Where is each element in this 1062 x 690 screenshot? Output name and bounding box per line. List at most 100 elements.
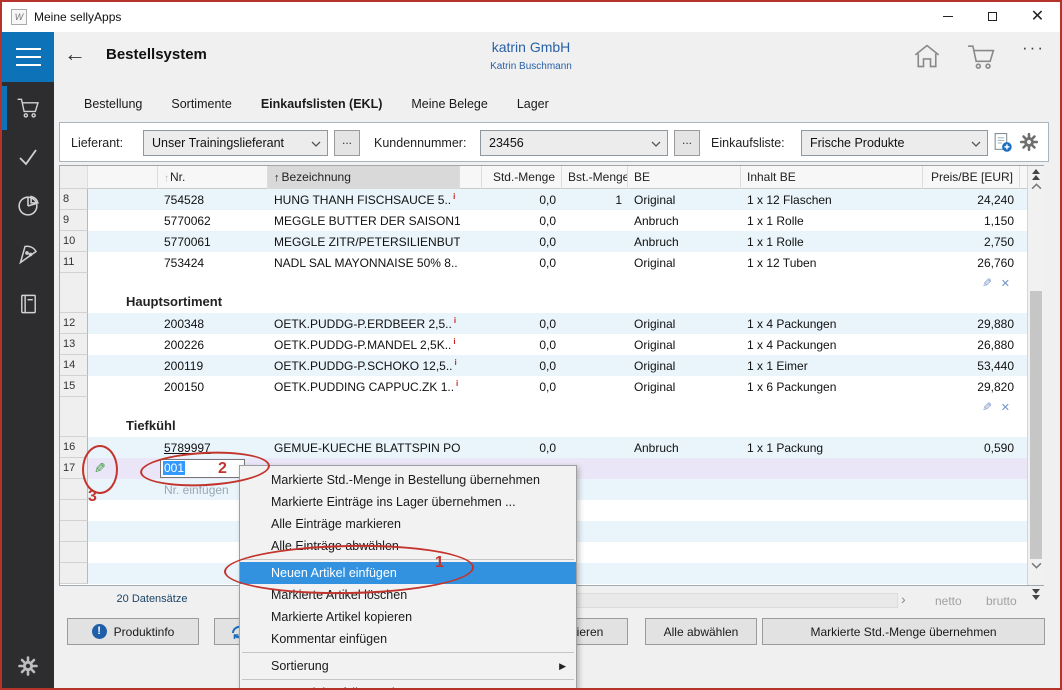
minimize-button[interactable] <box>925 2 970 32</box>
sidebar-item-statistics[interactable] <box>2 183 54 227</box>
preis-cell: 29,880 <box>923 317 1020 331</box>
menu-item-kommentar-einfuegen[interactable]: Kommentar einfügen <box>240 628 576 650</box>
article-name-cell: OETK.PUDDG-P.MANDEL 2,5K..i <box>268 337 460 352</box>
table-row[interactable]: 11753424NADL SAL MAYONNAISE 50% 8..i0,0O… <box>60 252 1028 273</box>
preis-cell: 0,590 <box>923 441 1020 455</box>
col-marker <box>88 166 158 189</box>
table-row[interactable]: 15200150OETK.PUDDING CAPPUC.ZK 1..i0,0Or… <box>60 376 1028 397</box>
maximize-button[interactable] <box>970 2 1015 32</box>
inhalt-be-cell: 1 x 4 Packungen <box>741 338 923 352</box>
inhalt-be-cell: 1 x 12 Tuben <box>741 256 923 270</box>
cart-icon[interactable] <box>964 43 998 76</box>
chevron-down-icon <box>971 141 981 147</box>
tab-meine-belege[interactable]: Meine Belege <box>411 97 487 111</box>
col-be[interactable]: BE <box>628 166 741 189</box>
table-row[interactable]: 105770061MEGGLE ZITR/PETERSILIENBUT..0,0… <box>60 231 1028 252</box>
edit-group-icon[interactable]: ✎ <box>982 400 992 414</box>
scroll-up-icon[interactable] <box>1031 183 1042 190</box>
article-name: HUNG THANH FISCHSAUCE 5.. <box>274 193 451 207</box>
sidebar-settings[interactable] <box>2 648 54 684</box>
group-title: Tiefkühl <box>126 418 176 433</box>
produktinfo-button[interactable]: ! Produktinfo <box>67 618 199 645</box>
inhalt-be-cell: 1 x 4 Packungen <box>741 317 923 331</box>
einkaufsliste-dropdown[interactable]: Frische Produkte <box>801 130 988 156</box>
be-cell: Anbruch <box>628 235 741 249</box>
row-number: 11 <box>60 252 88 273</box>
tab-einkaufslisten[interactable]: Einkaufslisten (EKL) <box>261 97 383 111</box>
kundennummer-more-button[interactable]: ... <box>674 130 700 156</box>
col-std-menge[interactable]: Std.-Menge <box>482 166 562 189</box>
col-bst-menge[interactable]: Bst.-Menge <box>562 166 628 189</box>
user-name: Katrin Buschmann <box>2 61 1060 72</box>
std-menge-cell: 0,0 <box>482 317 562 331</box>
col-nr[interactable]: ↑Nr. <box>158 166 268 189</box>
table-row[interactable]: 95770062MEGGLE BUTTER DER SAISON12..0,0A… <box>60 210 1028 231</box>
sidebar-item-products[interactable] <box>2 232 54 276</box>
new-list-button[interactable] <box>992 132 1013 158</box>
row-number: 9 <box>60 210 88 231</box>
vertical-scrollbar[interactable] <box>1027 166 1044 585</box>
article-name-cell: OETK.PUDDING CAPPUC.ZK 1..i <box>268 379 460 394</box>
lieferant-dropdown[interactable]: Unser Trainingslieferant <box>143 130 328 156</box>
pizza-slice-icon <box>16 242 40 266</box>
tab-sortimente[interactable]: Sortimente <box>171 97 231 111</box>
sidebar-item-catalog[interactable] <box>2 282 54 326</box>
scroll-jump-top-icon[interactable] <box>1028 168 1044 181</box>
scroll-right-icon[interactable]: › <box>901 591 906 607</box>
close-button[interactable]: ✕ <box>1015 2 1060 32</box>
edit-group-icon[interactable]: ✎ <box>982 276 992 290</box>
table-row[interactable]: 13200226OETK.PUDDG-P.MANDEL 2,5K..i0,0Or… <box>60 334 1028 355</box>
inhalt-be-cell: 1 x 12 Flaschen <box>741 193 923 207</box>
group-row: Tiefkühl ✎ ✕ <box>60 397 1028 437</box>
article-number-cell: 5770062 <box>158 214 268 228</box>
col-preis[interactable]: Preis/BE [EUR] <box>923 166 1020 189</box>
info-marker-icon: i <box>453 192 455 201</box>
sidebar-item-cart[interactable] <box>2 86 54 130</box>
sidebar-item-check[interactable] <box>2 135 54 179</box>
be-cell: Original <box>628 380 741 394</box>
std-menge-cell: 0,0 <box>482 193 562 207</box>
col-bezeichnung[interactable]: ↑Bezeichnung <box>268 166 460 189</box>
table-row[interactable]: 12200348OETK.PUDDG-P.ERDBEER 2,5..i0,0Or… <box>60 313 1028 334</box>
delete-group-icon[interactable]: ✕ <box>1001 278 1010 290</box>
kundennummer-dropdown[interactable]: 23456 <box>480 130 668 156</box>
be-cell: Original <box>628 317 741 331</box>
tab-lager[interactable]: Lager <box>517 97 549 111</box>
row-number: 12 <box>60 313 88 334</box>
col-inhalt-be[interactable]: Inhalt BE <box>741 166 923 189</box>
chevron-down-icon <box>311 141 321 147</box>
article-number-cell: 200150 <box>158 380 268 394</box>
article-name-cell: OETK.PUDDG-P.ERDBEER 2,5..i <box>268 316 460 331</box>
article-number-cell: 200119 <box>158 359 268 373</box>
menu-item-sortierung[interactable]: Sortierung ▶ <box>240 655 576 677</box>
menu-item-alle-markieren[interactable]: Alle Einträge markieren <box>240 513 576 535</box>
home-icon[interactable] <box>913 43 941 74</box>
more-options-icon[interactable]: ··· <box>1022 38 1045 58</box>
menu-separator <box>242 679 574 680</box>
table-row[interactable]: 8754528HUNG THANH FISCHSAUCE 5..i0,01Ori… <box>60 189 1028 210</box>
brutto-toggle[interactable]: brutto <box>986 594 1017 608</box>
scrollbar-thumb[interactable] <box>1030 291 1042 559</box>
apply-std-menge-button[interactable]: Markierte Std.-Menge übernehmen <box>762 618 1045 645</box>
row-number <box>60 542 88 563</box>
inhalt-be-cell: 1 x 6 Packungen <box>741 380 923 394</box>
menu-item-uebernehmen-bestellung[interactable]: Markierte Std.-Menge in Bestellung übern… <box>240 469 576 491</box>
menu-item-neue-einkaufsliste[interactable]: Neue Einkaufsliste anlegen <box>240 682 576 690</box>
menu-item-uebernehmen-lager[interactable]: Markierte Einträge ins Lager übernehmen … <box>240 491 576 513</box>
netto-toggle[interactable]: netto <box>935 594 962 608</box>
std-menge-cell: 0,0 <box>482 380 562 394</box>
table-header-row: ↑Nr. ↑Bezeichnung Std.-Menge Bst.-Menge … <box>60 166 1028 189</box>
deselect-all-button[interactable]: Alle abwählen <box>645 618 757 645</box>
tab-bestellung[interactable]: Bestellung <box>84 97 142 111</box>
active-indicator <box>2 86 7 130</box>
menu-item-artikel-kopieren[interactable]: Markierte Artikel kopieren <box>240 606 576 628</box>
article-name-cell: HUNG THANH FISCHSAUCE 5..i <box>268 192 460 207</box>
table-settings-button[interactable] <box>1018 131 1040 158</box>
lieferant-label: Lieferant: <box>71 136 123 150</box>
kundennummer-label: Kundennummer: <box>374 136 466 150</box>
scroll-down-icon[interactable] <box>1031 562 1042 569</box>
delete-group-icon[interactable]: ✕ <box>1001 402 1010 414</box>
scroll-jump-bottom-icon[interactable] <box>1027 588 1044 601</box>
lieferant-more-button[interactable]: ... <box>334 130 360 156</box>
table-row[interactable]: 14200119OETK.PUDDG-P.SCHOKO 12,5..i0,0Or… <box>60 355 1028 376</box>
